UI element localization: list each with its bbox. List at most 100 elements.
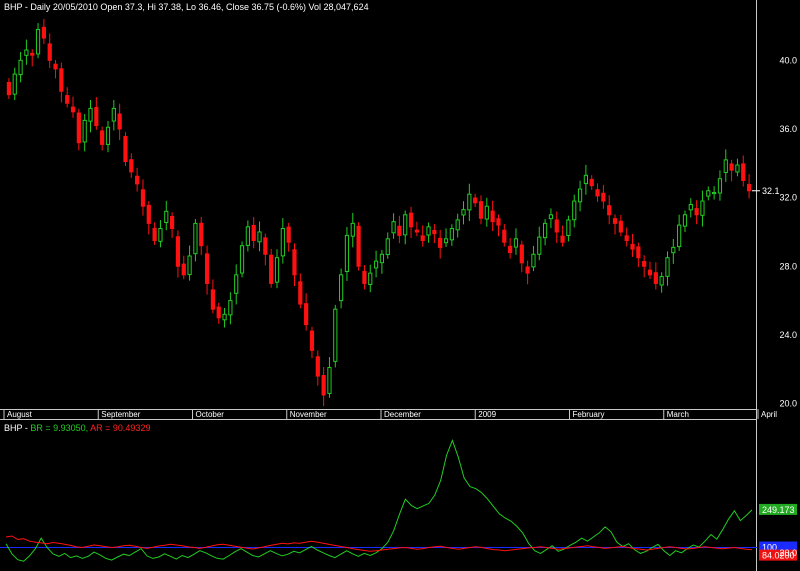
- indicator-lines: [5, 438, 753, 562]
- candle-body: [280, 228, 285, 257]
- candle-body: [618, 220, 623, 233]
- candle-body: [700, 200, 705, 216]
- candle-body: [688, 203, 693, 211]
- date-tick-label: 2009: [478, 410, 496, 419]
- candle-body: [321, 375, 326, 396]
- candle-body: [548, 214, 554, 220]
- candle-body: [234, 274, 239, 294]
- candle-body: [712, 191, 717, 195]
- candle-body: [274, 257, 280, 283]
- date-tick-label: February: [573, 410, 605, 419]
- date-tick-label: April: [761, 410, 777, 419]
- candle-body: [403, 214, 408, 236]
- candle-body: [373, 260, 379, 269]
- candle-body: [216, 306, 221, 319]
- candle-body: [228, 300, 233, 316]
- candle-body: [6, 81, 12, 96]
- candle-body: [607, 205, 612, 216]
- candle-body: [717, 178, 723, 194]
- candle-body: [70, 106, 76, 113]
- chart-canvas: 20.0 24.0 28.0 32.0 36.0 40.0 32.1 August Septe…: [0, 0, 797, 571]
- candle-body: [502, 229, 507, 243]
- candle-body: [438, 237, 443, 248]
- candle-body: [572, 200, 577, 221]
- candle-body: [210, 289, 216, 310]
- candle-body: [391, 221, 396, 234]
- candle-body: [35, 28, 41, 55]
- candle-body: [263, 237, 268, 255]
- candle-body: [309, 330, 315, 351]
- candle-body: [385, 238, 390, 256]
- candle-body: [449, 228, 454, 241]
- indicator-line-ar: [5, 535, 753, 552]
- candle-body: [741, 163, 746, 181]
- candle-body: [327, 367, 332, 394]
- candle-body: [199, 222, 204, 247]
- candle-body: [432, 229, 437, 235]
- candle-body: [129, 159, 134, 173]
- candle-body: [496, 218, 501, 226]
- candle-body: [490, 210, 495, 223]
- candle-body: [659, 276, 664, 286]
- candle-body: [665, 257, 670, 277]
- candle-body: [117, 113, 122, 130]
- candle-body: [123, 135, 128, 163]
- price-axis: 20.0 24.0 28.0 32.0 36.0 40.0 32.1: [752, 55, 797, 409]
- candle-body: [30, 52, 35, 56]
- date-tick-label: December: [384, 410, 421, 419]
- candle-body: [169, 216, 175, 230]
- candle-body: [455, 219, 460, 231]
- candle-body: [508, 245, 513, 254]
- price-chart-title: BHP - Daily 20/05/2010 Open 37.3, Hi 37.…: [4, 2, 369, 12]
- price-tick-label: 32.0: [779, 193, 797, 203]
- candle-body: [601, 192, 606, 202]
- candle-body: [478, 201, 484, 219]
- candle-body: [12, 73, 17, 95]
- candle-body: [677, 224, 682, 248]
- candle-body: [525, 266, 530, 274]
- candle-body: [257, 231, 262, 243]
- candle-body: [636, 246, 641, 259]
- candle-body: [642, 261, 647, 267]
- candle-body: [222, 313, 227, 321]
- candle-body: [706, 190, 711, 197]
- candle-body: [181, 263, 186, 276]
- candle-body: [41, 26, 46, 39]
- indicator-ar-label: AR = 90.49329: [90, 423, 151, 433]
- candle-body: [158, 228, 163, 242]
- candle-body: [298, 281, 303, 305]
- candle-body: [397, 225, 402, 236]
- candle-body: [379, 253, 385, 264]
- candle-body: [414, 229, 419, 233]
- candle-body: [204, 253, 210, 284]
- candle-body: [356, 225, 361, 267]
- indicator-header: BHP - BR = 9.93050, AR = 90.49329: [4, 423, 150, 433]
- price-tick-label: 24.0: [779, 330, 797, 340]
- candle-body: [100, 130, 105, 145]
- indicator-line-br: [5, 438, 753, 562]
- candle-body: [694, 208, 699, 216]
- candle-body: [426, 226, 431, 236]
- candle-body: [304, 303, 309, 326]
- candle-body: [408, 212, 414, 228]
- date-tick-label: October: [196, 410, 225, 419]
- date-tick-label: September: [101, 410, 140, 419]
- date-tick-label: March: [667, 410, 689, 419]
- candle-body: [152, 228, 157, 242]
- candle-body: [612, 218, 618, 224]
- candle-body: [164, 210, 169, 224]
- price-tick-label: 20.0: [779, 399, 797, 409]
- last-price-label: 32.1: [762, 186, 780, 196]
- candle-body: [76, 112, 81, 144]
- candle-body: [595, 189, 600, 197]
- candle-body: [560, 235, 565, 243]
- candle-body: [630, 243, 635, 250]
- candle-body: [589, 178, 594, 187]
- candle-body: [146, 204, 151, 224]
- candle-body: [484, 205, 489, 220]
- candle-body: [94, 107, 99, 127]
- candle-body: [362, 270, 367, 284]
- candle-body: [583, 174, 589, 185]
- candle-body: [513, 238, 519, 248]
- candle-body: [577, 188, 583, 203]
